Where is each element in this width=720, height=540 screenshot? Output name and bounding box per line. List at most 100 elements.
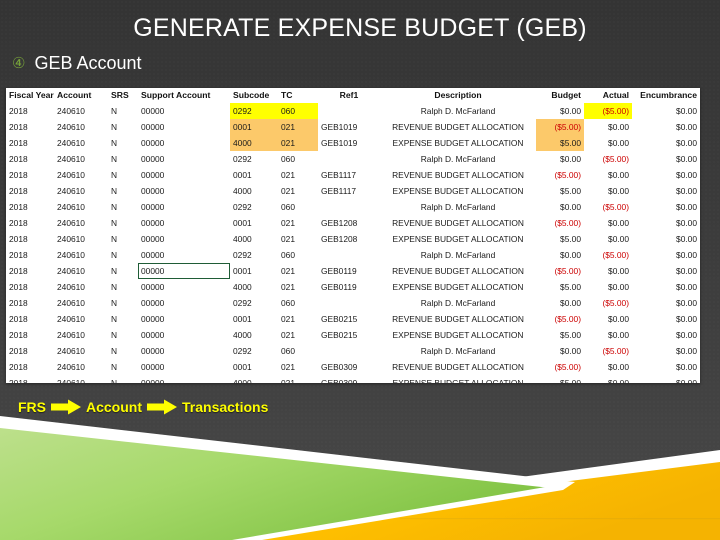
cell-subcode[interactable]: 4000: [230, 231, 278, 247]
cell-support-account[interactable]: 00000: [138, 359, 230, 375]
table-row[interactable]: 2018 240610 N 00000 4000 021 GEB1019 EXPENSE BU…: [6, 135, 700, 151]
cell-subcode[interactable]: 0001: [230, 359, 278, 375]
cell-actual[interactable]: $0.00: [584, 375, 632, 384]
cell-subcode[interactable]: 0292: [230, 343, 278, 359]
cell-encumbrance[interactable]: $0.00: [632, 215, 700, 231]
cell-ref1[interactable]: GEB0309: [318, 375, 380, 384]
cell-budget[interactable]: $5.00: [536, 183, 584, 199]
cell-tc[interactable]: 060: [278, 103, 318, 119]
cell-fiscal-year[interactable]: 2018: [6, 215, 54, 231]
cell-encumbrance[interactable]: $0.00: [632, 119, 700, 135]
cell-account[interactable]: 240610: [54, 199, 108, 215]
cell-encumbrance[interactable]: $0.00: [632, 183, 700, 199]
cell-budget[interactable]: $0.00: [536, 343, 584, 359]
cell-actual[interactable]: $0.00: [584, 135, 632, 151]
cell-subcode[interactable]: 4000: [230, 279, 278, 295]
cell-fiscal-year[interactable]: 2018: [6, 167, 54, 183]
cell-actual[interactable]: $0.00: [584, 359, 632, 375]
cell-tc[interactable]: 021: [278, 359, 318, 375]
cell-actual[interactable]: $0.00: [584, 119, 632, 135]
cell-subcode[interactable]: 0001: [230, 215, 278, 231]
cell-ref1[interactable]: GEB1117: [318, 167, 380, 183]
cell-actual[interactable]: ($5.00): [584, 295, 632, 311]
cell-fiscal-year[interactable]: 2018: [6, 327, 54, 343]
cell-fiscal-year[interactable]: 2018: [6, 311, 54, 327]
cell-srs[interactable]: N: [108, 343, 138, 359]
cell-tc[interactable]: 060: [278, 199, 318, 215]
cell-ref1[interactable]: GEB1117: [318, 183, 380, 199]
cell-description[interactable]: REVENUE BUDGET ALLOCATION: [380, 311, 536, 327]
cell-fiscal-year[interactable]: 2018: [6, 295, 54, 311]
cell-support-account[interactable]: 00000: [138, 327, 230, 343]
cell-tc[interactable]: 060: [278, 343, 318, 359]
table-row[interactable]: 2018 240610 N 00000 0001 021 GEB0119 REVENUE BU…: [6, 263, 700, 279]
cell-srs[interactable]: N: [108, 295, 138, 311]
cell-account[interactable]: 240610: [54, 215, 108, 231]
cell-ref1[interactable]: GEB0215: [318, 327, 380, 343]
cell-budget[interactable]: ($5.00): [536, 215, 584, 231]
cell-budget[interactable]: $5.00: [536, 327, 584, 343]
cell-tc[interactable]: 021: [278, 215, 318, 231]
cell-actual[interactable]: ($5.00): [584, 103, 632, 119]
cell-encumbrance[interactable]: $0.00: [632, 231, 700, 247]
cell-account[interactable]: 240610: [54, 135, 108, 151]
cell-srs[interactable]: N: [108, 375, 138, 384]
cell-account[interactable]: 240610: [54, 119, 108, 135]
table-row[interactable]: 2018 240610 N 00000 0292 060 Ralph D. McFarlan…: [6, 295, 700, 311]
cell-fiscal-year[interactable]: 2018: [6, 135, 54, 151]
cell-tc[interactable]: 021: [278, 327, 318, 343]
cell-srs[interactable]: N: [108, 183, 138, 199]
cell-srs[interactable]: N: [108, 231, 138, 247]
cell-account[interactable]: 240610: [54, 151, 108, 167]
cell-fiscal-year[interactable]: 2018: [6, 231, 54, 247]
cell-budget[interactable]: ($5.00): [536, 119, 584, 135]
cell-support-account[interactable]: 00000: [138, 151, 230, 167]
cell-encumbrance[interactable]: $0.00: [632, 199, 700, 215]
cell-ref1[interactable]: GEB1019: [318, 135, 380, 151]
cell-support-account[interactable]: 00000: [138, 343, 230, 359]
cell-budget[interactable]: $0.00: [536, 199, 584, 215]
cell-subcode[interactable]: 0001: [230, 167, 278, 183]
cell-subcode[interactable]: 4000: [230, 135, 278, 151]
cell-actual[interactable]: $0.00: [584, 311, 632, 327]
cell-tc[interactable]: 021: [278, 135, 318, 151]
cell-subcode[interactable]: 0001: [230, 311, 278, 327]
cell-actual[interactable]: ($5.00): [584, 247, 632, 263]
cell-tc[interactable]: 021: [278, 183, 318, 199]
cell-ref1[interactable]: GEB1019: [318, 119, 380, 135]
table-row[interactable]: 2018 240610 N 00000 0292 060 Ralph D. McFarlan…: [6, 343, 700, 359]
cell-tc[interactable]: 021: [278, 167, 318, 183]
cell-tc[interactable]: 021: [278, 263, 318, 279]
cell-srs[interactable]: N: [108, 119, 138, 135]
cell-subcode[interactable]: 0292: [230, 247, 278, 263]
cell-fiscal-year[interactable]: 2018: [6, 279, 54, 295]
cell-budget[interactable]: ($5.00): [536, 167, 584, 183]
cell-description[interactable]: REVENUE BUDGET ALLOCATION: [380, 119, 536, 135]
cell-fiscal-year[interactable]: 2018: [6, 119, 54, 135]
cell-description[interactable]: Ralph D. McFarland: [380, 343, 536, 359]
cell-account[interactable]: 240610: [54, 263, 108, 279]
cell-actual[interactable]: ($5.00): [584, 199, 632, 215]
cell-srs[interactable]: N: [108, 151, 138, 167]
cell-actual[interactable]: $0.00: [584, 263, 632, 279]
cell-budget[interactable]: $5.00: [536, 279, 584, 295]
cell-subcode[interactable]: 0292: [230, 199, 278, 215]
cell-description[interactable]: REVENUE BUDGET ALLOCATION: [380, 263, 536, 279]
cell-budget[interactable]: $5.00: [536, 231, 584, 247]
cell-tc[interactable]: 021: [278, 375, 318, 384]
cell-ref1[interactable]: GEB0309: [318, 359, 380, 375]
cell-srs[interactable]: N: [108, 327, 138, 343]
cell-account[interactable]: 240610: [54, 231, 108, 247]
table-row[interactable]: 2018 240610 N 00000 0001 021 GEB1208 REVENUE BU…: [6, 215, 700, 231]
cell-description[interactable]: Ralph D. McFarland: [380, 247, 536, 263]
cell-description[interactable]: Ralph D. McFarland: [380, 295, 536, 311]
cell-description[interactable]: EXPENSE BUDGET ALLOCATION: [380, 279, 536, 295]
table-row[interactable]: 2018 240610 N 00000 4000 021 GEB0119 EXPENSE BU…: [6, 279, 700, 295]
cell-ref1[interactable]: [318, 295, 380, 311]
cell-description[interactable]: EXPENSE BUDGET ALLOCATION: [380, 375, 536, 384]
cell-fiscal-year[interactable]: 2018: [6, 151, 54, 167]
cell-subcode[interactable]: 0292: [230, 151, 278, 167]
cell-srs[interactable]: N: [108, 215, 138, 231]
cell-ref1[interactable]: [318, 103, 380, 119]
cell-encumbrance[interactable]: $0.00: [632, 279, 700, 295]
